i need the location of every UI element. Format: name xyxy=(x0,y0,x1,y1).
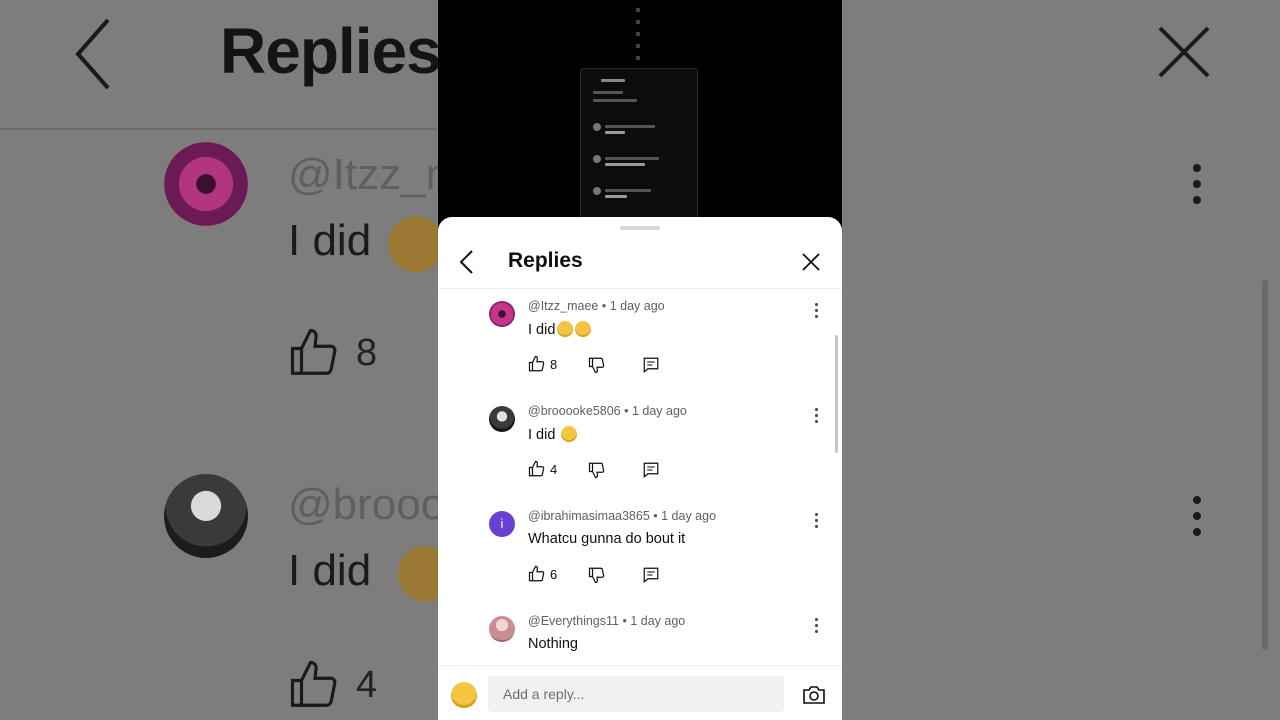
reply-age: 1 day ago xyxy=(609,299,665,313)
more-vert-icon[interactable] xyxy=(812,513,820,531)
thumb-down-icon[interactable] xyxy=(588,356,606,374)
reply-icon[interactable] xyxy=(642,356,660,374)
background-avatar-1 xyxy=(164,142,248,226)
replies-scrollbar[interactable] xyxy=(835,335,838,453)
avatar[interactable] xyxy=(489,406,515,432)
background-like-count-1: 8 xyxy=(356,332,378,374)
more-vert-icon[interactable] xyxy=(812,408,820,426)
sheet-header: Replies xyxy=(438,235,842,289)
reply-item: @Everythings11 • 1 day ago Nothing xyxy=(438,614,842,665)
thumb-up-icon[interactable] xyxy=(528,355,546,373)
emoji-icon xyxy=(561,426,578,442)
reply-handle[interactable]: @brooooke5806 xyxy=(528,404,621,418)
background-more-icon-1 xyxy=(1192,164,1202,208)
thumb-up-icon[interactable] xyxy=(528,460,546,478)
background-avatar-2 xyxy=(164,474,248,558)
background-back-icon xyxy=(75,18,110,90)
more-vert-icon[interactable] xyxy=(812,303,820,321)
avatar[interactable] xyxy=(489,301,515,327)
background-text-2: I did xyxy=(288,546,372,595)
reply-actions: 8 xyxy=(528,355,678,375)
replies-list[interactable]: @Itzz_maee • 1 day ago I did 8 @brooooke… xyxy=(438,289,842,665)
more-vert-icon[interactable] xyxy=(812,618,820,636)
video-thumbnail-top xyxy=(624,0,652,60)
reply-meta: @ibrahimasimaa3865 • 1 day ago xyxy=(528,509,717,523)
camera-icon[interactable] xyxy=(802,684,826,706)
background-close-icon xyxy=(1158,26,1210,78)
background-thumb-up-icon-2 xyxy=(290,660,337,707)
emoji-icon xyxy=(575,321,592,337)
reply-composer xyxy=(438,665,842,720)
background-handle-1: @Itzz_m xyxy=(288,150,463,199)
back-chevron-icon[interactable] xyxy=(456,247,478,277)
reply-actions: 6 xyxy=(528,565,678,585)
reply-meta: @Itzz_maee • 1 day ago xyxy=(528,299,665,313)
like-count: 4 xyxy=(550,462,558,477)
sheet-drag-handle[interactable] xyxy=(620,226,660,230)
reply-item: @Itzz_maee • 1 day ago I did 8 xyxy=(438,299,842,404)
replies-sheet: Replies @Itzz_maee • 1 day ago I did 8 @… xyxy=(438,217,842,720)
reply-handle[interactable]: @Everythings11 xyxy=(528,614,619,628)
reply-text: Whatcu gunna do bout it xyxy=(528,531,686,547)
reply-item: @brooooke5806 • 1 day ago I did 4 xyxy=(438,404,842,509)
reply-text: I did xyxy=(528,322,556,338)
avatar[interactable]: i xyxy=(489,511,515,537)
thumb-up-icon[interactable] xyxy=(528,565,546,583)
current-user-avatar xyxy=(451,682,477,708)
background-title: Replies xyxy=(220,15,442,87)
reply-icon[interactable] xyxy=(642,461,660,479)
background-handle-2: @brooo xyxy=(288,480,446,529)
video-thumbnail-panel xyxy=(580,68,698,220)
reply-age: 1 day ago xyxy=(631,404,687,418)
reply-age: 1 day ago xyxy=(630,614,686,628)
reply-meta: @brooooke5806 • 1 day ago xyxy=(528,404,687,418)
background-thumb-up-icon-1 xyxy=(290,328,337,375)
reply-handle[interactable]: @ibrahimasimaa3865 xyxy=(528,509,650,523)
reply-age: 1 day ago xyxy=(661,509,717,523)
reply-text-row: I did xyxy=(528,321,592,338)
reply-item: i @ibrahimasimaa3865 • 1 day ago Whatcu … xyxy=(438,509,842,614)
background-like-count-2: 4 xyxy=(356,664,378,706)
reply-text: Nothing xyxy=(528,636,578,652)
reply-text-row: I did xyxy=(528,426,578,443)
background-more-icon-2 xyxy=(1192,496,1202,540)
like-count: 8 xyxy=(550,357,558,372)
avatar[interactable] xyxy=(489,616,515,642)
background-scrollbar xyxy=(1262,280,1268,650)
emoji-icon xyxy=(557,321,574,337)
reply-handle[interactable]: @Itzz_maee xyxy=(528,299,598,313)
like-count: 6 xyxy=(550,567,558,582)
reply-meta: @Everythings11 • 1 day ago xyxy=(528,614,686,628)
video-thumbnail xyxy=(580,0,700,220)
reply-actions: 4 xyxy=(528,460,678,480)
thumb-down-icon[interactable] xyxy=(588,566,606,584)
background-divider xyxy=(0,128,440,130)
reply-text: I did xyxy=(528,427,556,443)
background-emoji-1 xyxy=(388,216,444,272)
reply-icon[interactable] xyxy=(642,566,660,584)
thumb-down-icon[interactable] xyxy=(588,461,606,479)
add-reply-input[interactable] xyxy=(488,676,784,712)
close-icon[interactable] xyxy=(800,251,822,273)
sheet-title: Replies xyxy=(508,249,583,272)
background-text-1: I did xyxy=(288,216,372,265)
